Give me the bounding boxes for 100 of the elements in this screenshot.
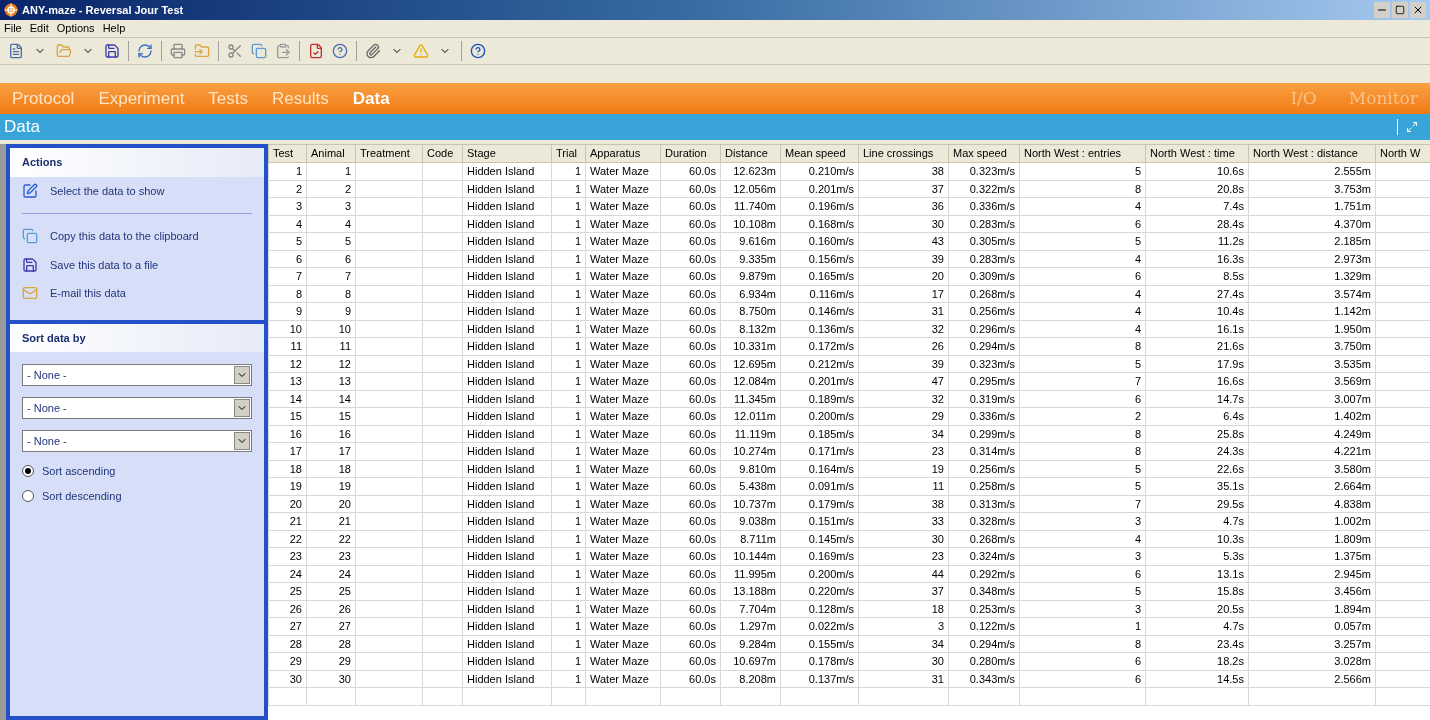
- section-title: Data: [4, 116, 40, 139]
- table-cell: 1: [574, 532, 581, 545]
- table-cell: 60.0s: [689, 445, 716, 457]
- restore-icon[interactable]: [1406, 121, 1418, 133]
- table-cell: 28: [289, 637, 302, 650]
- table-cell: 7: [1134, 375, 1141, 387]
- column-header[interactable]: Distance: [720, 144, 781, 163]
- column-header[interactable]: Apparatus: [585, 144, 661, 163]
- table-cell: 11.740m: [734, 200, 776, 212]
- column-header[interactable]: Stage: [462, 144, 552, 163]
- menu-item[interactable]: Help: [102, 20, 126, 37]
- table-cell: 11.995m: [734, 567, 776, 580]
- column-header[interactable]: Line crossings: [858, 144, 949, 163]
- column-header[interactable]: Mean speed: [780, 144, 859, 163]
- table-cell: 1: [574, 497, 581, 510]
- close-button[interactable]: [1410, 2, 1426, 18]
- table-cell: 0.091m/s: [808, 480, 854, 492]
- table-cell: 0.323m/s: [969, 165, 1015, 177]
- table-cell: 2.664m: [1334, 480, 1371, 492]
- table-cell: 3.028m: [1334, 655, 1371, 667]
- table-cell: 60.0s: [689, 200, 716, 212]
- table-cell: Water Maze: [590, 357, 649, 370]
- table-cell: 29: [931, 410, 944, 422]
- action-link[interactable]: Copy this data to the clipboard: [10, 222, 264, 251]
- table-cell: 22: [289, 532, 302, 545]
- table-cell: 20.5s: [1217, 602, 1244, 615]
- table-cell: 9.810m: [739, 462, 776, 475]
- table-cell: 0.200m/s: [808, 567, 854, 580]
- table-cell: 26: [289, 602, 302, 615]
- panel-title: Sort data by: [22, 331, 86, 344]
- action-link[interactable]: Select the data to show: [10, 176, 264, 205]
- column-header[interactable]: Test: [268, 144, 307, 163]
- table-cell: 4: [1134, 305, 1141, 317]
- table-cell: 9.284m: [739, 637, 776, 650]
- table-cell: 1.329m: [1334, 270, 1371, 282]
- sort-radio[interactable]: Sort ascending: [22, 463, 252, 480]
- table-cell: 0.336m/s: [969, 410, 1015, 422]
- radio-button[interactable]: [22, 465, 34, 478]
- minimize-button[interactable]: [1374, 2, 1390, 18]
- column-header[interactable]: Trial: [551, 144, 586, 163]
- column-header[interactable]: Duration: [660, 144, 721, 163]
- table-cell: Water Maze: [590, 567, 649, 580]
- table-cell: 0.296m/s: [969, 322, 1015, 335]
- table-cell: 60.0s: [689, 235, 716, 247]
- column-header[interactable]: North West : distance: [1248, 144, 1376, 163]
- table-cell: 0.324m/s: [969, 550, 1015, 562]
- table-cell: 3: [1134, 602, 1141, 615]
- table-cell: 17: [289, 445, 302, 457]
- table-cell: 1: [574, 585, 581, 597]
- table-cell: 9.616m: [739, 235, 776, 247]
- column-header[interactable]: Treatment: [355, 144, 423, 163]
- table-cell: Water Maze: [590, 252, 649, 265]
- table-cell: 3: [1134, 550, 1141, 562]
- table-cell: 0.220m/s: [808, 585, 854, 597]
- table-cell: 1: [574, 165, 581, 177]
- menu-item[interactable]: Options: [56, 20, 95, 37]
- table-cell: 20: [338, 497, 351, 510]
- table-cell: 25: [289, 585, 302, 597]
- column-header[interactable]: Animal: [306, 144, 356, 163]
- column-header[interactable]: Max speed: [948, 144, 1020, 163]
- column-header[interactable]: North West : time: [1145, 144, 1249, 163]
- table-cell: Water Maze: [590, 375, 649, 387]
- table-cell: 0.201m/s: [808, 375, 854, 387]
- table-cell: Water Maze: [590, 270, 649, 282]
- table-cell: 24: [338, 567, 351, 580]
- table-cell: 22.6s: [1217, 462, 1244, 475]
- menu-item[interactable]: File: [4, 20, 22, 37]
- table-cell: 18: [931, 602, 944, 615]
- table-cell: 10.274m: [733, 445, 776, 457]
- table-cell: 19: [289, 480, 302, 492]
- table-cell: 1: [574, 550, 581, 562]
- table-cell: 0.348m/s: [969, 585, 1015, 597]
- table-cell: 0.201m/s: [808, 182, 854, 195]
- sort-dropdown[interactable]: - None -: [22, 397, 252, 419]
- table-cell: 19: [338, 480, 351, 492]
- action-link[interactable]: Save this data to a file: [10, 250, 264, 279]
- sort-radio[interactable]: Sort descending: [22, 487, 252, 504]
- column-header[interactable]: North West : entries: [1019, 144, 1146, 163]
- table-cell: 1.950m: [1334, 322, 1371, 335]
- table-cell: 34: [931, 427, 944, 440]
- action-link[interactable]: E-mail this data: [10, 279, 264, 308]
- menu-item[interactable]: Edit: [29, 20, 49, 37]
- table-cell: 37: [931, 585, 944, 597]
- table-cell: Hidden Island: [467, 620, 535, 632]
- table-cell: 1: [295, 165, 302, 177]
- table-cell: 3.753m: [1334, 182, 1371, 195]
- table-cell: Hidden Island: [467, 567, 535, 580]
- sort-dropdown[interactable]: - None -: [22, 364, 252, 386]
- table-cell: 0.155m/s: [808, 637, 854, 650]
- column-header[interactable]: Code: [422, 144, 463, 163]
- radio-button[interactable]: [22, 489, 34, 502]
- table-cell: 39: [931, 252, 944, 265]
- maximize-button[interactable]: [1392, 2, 1408, 18]
- table-cell: Hidden Island: [467, 287, 535, 300]
- table-cell: Water Maze: [590, 672, 649, 685]
- table-cell: 9: [295, 305, 302, 317]
- table-cell: 13.188m: [733, 585, 776, 597]
- sort-dropdown[interactable]: - None -: [22, 430, 252, 452]
- column-header[interactable]: North W: [1375, 144, 1430, 163]
- table-cell: Water Maze: [590, 532, 649, 545]
